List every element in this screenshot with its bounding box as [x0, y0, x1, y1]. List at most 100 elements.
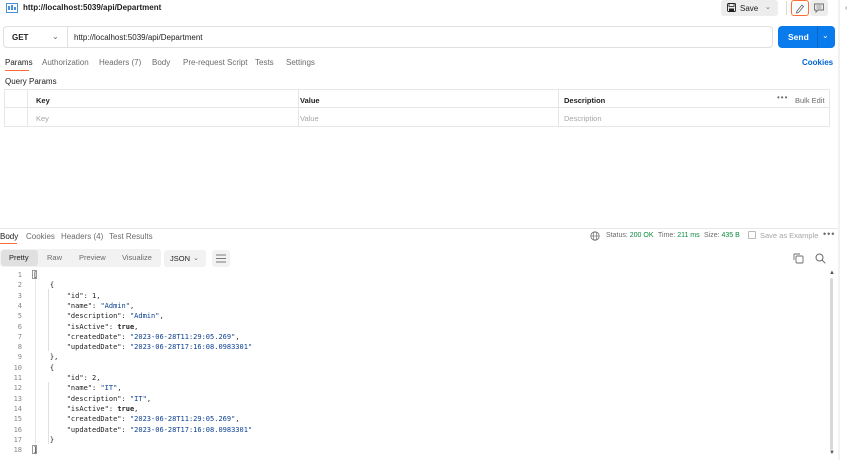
line-number: 4: [17, 301, 22, 310]
url-input[interactable]: [74, 31, 764, 43]
table-header-row: Key Value Description ••• Bulk Edit: [5, 90, 829, 108]
scroll-up-arrow-icon[interactable]: ▲: [829, 270, 835, 276]
line-number: 7: [17, 332, 22, 341]
code-line: 3 "id": 1,: [0, 292, 830, 302]
bulk-edit-button[interactable]: Bulk Edit: [795, 96, 825, 105]
line-number: 12: [13, 384, 22, 393]
more-options-icon[interactable]: •••: [823, 229, 835, 239]
code-text: "id": 1,: [66, 291, 101, 300]
tab-response-body[interactable]: Body: [0, 232, 18, 241]
save-as-example-label: Save as Example: [760, 231, 819, 240]
code-text: "name": "Admin",: [66, 301, 135, 310]
tab-tests[interactable]: Tests: [255, 58, 274, 67]
scroll-down-arrow-icon[interactable]: ▼: [829, 450, 835, 456]
view-visualize-button[interactable]: Visualize: [122, 253, 152, 262]
code-line: 8 "updatedDate": "2023-06-28T17:16:08.09…: [0, 343, 830, 353]
code-text: "description": "Admin",: [66, 312, 164, 321]
http-request-icon: [6, 3, 18, 13]
format-select[interactable]: JSON ⌄: [164, 250, 206, 267]
code-line: 18]: [0, 446, 830, 456]
tab-test-results[interactable]: Test Results: [109, 232, 153, 241]
code-text: "isActive": true,: [66, 322, 139, 331]
copy-icon[interactable]: [793, 253, 804, 264]
edit-button[interactable]: [791, 0, 809, 16]
code-text: "createdDate": "2023-06-28T11:29:05.269"…: [66, 415, 240, 424]
chevron-down-icon: ⌄: [193, 255, 199, 262]
query-params-label: Query Params: [5, 77, 57, 86]
chevron-down-icon[interactable]: ⌄: [822, 31, 829, 40]
tab-authorization[interactable]: Authorization: [42, 58, 89, 67]
save-as-example-button[interactable]: Save as Example: [748, 231, 818, 240]
url-bar: GET ⌄: [3, 26, 773, 48]
code-line: 6 "isActive": true,: [0, 323, 830, 333]
code-line: 7 "createdDate": "2023-06-28T11:29:05.26…: [0, 333, 830, 343]
tab-params[interactable]: Params: [5, 58, 33, 67]
code-line: 4 "name": "Admin",: [0, 302, 830, 312]
save-button[interactable]: Save ⌄: [721, 0, 778, 16]
url-divider: [67, 27, 68, 47]
more-options-icon[interactable]: •••: [777, 93, 788, 102]
tab-body[interactable]: Body: [152, 58, 170, 67]
time-indicator[interactable]: Time: 211 ms: [658, 232, 700, 239]
send-divider: [817, 26, 818, 48]
view-raw-button[interactable]: Raw: [47, 253, 62, 262]
send-label: Send: [788, 32, 809, 42]
code-line: 12 "name": "IT",: [0, 384, 830, 394]
header-description: Description: [564, 96, 606, 105]
key-input[interactable]: Key: [36, 114, 49, 123]
format-label: JSON: [170, 254, 191, 263]
comments-button[interactable]: [810, 0, 828, 16]
wrap-lines-icon: [216, 254, 226, 263]
panel-edge-icon: ‹: [845, 5, 848, 12]
size-indicator[interactable]: Size: 435 B: [704, 232, 740, 239]
code-text: "description": "IT",: [66, 394, 152, 403]
code-line: 9 },: [0, 353, 830, 363]
line-number: 8: [17, 343, 22, 352]
chevron-down-icon[interactable]: ⌄: [52, 32, 59, 41]
wrap-lines-button[interactable]: [212, 250, 230, 267]
view-preview-button[interactable]: Preview: [79, 253, 106, 262]
tab-prerequest-script[interactable]: Pre-request Script: [183, 58, 247, 67]
code-line: 13 "description": "IT",: [0, 395, 830, 405]
globe-icon[interactable]: [590, 231, 600, 241]
line-number: 3: [17, 291, 22, 300]
code-text: }: [33, 435, 55, 444]
value-input[interactable]: Value: [300, 114, 319, 123]
response-body-viewer[interactable]: 1[2 {3 "id": 1, 4 "name": "Admin", 5 "desc…: [0, 269, 830, 457]
view-pretty-button[interactable]: Pretty: [1, 250, 38, 266]
description-input[interactable]: Description: [564, 114, 602, 123]
save-icon: [748, 231, 756, 239]
status-indicator[interactable]: Status: 200 OK: [606, 232, 654, 239]
code-text: {: [33, 363, 55, 372]
send-button[interactable]: Send ⌄: [778, 26, 835, 48]
time-value: 211 ms: [677, 232, 700, 239]
line-number: 1: [17, 271, 22, 279]
code-text: {: [33, 281, 55, 290]
search-icon[interactable]: [815, 253, 826, 264]
code-line: 5 "description": "Admin",: [0, 312, 830, 322]
line-number: 10: [13, 363, 22, 372]
line-number: 11: [13, 374, 22, 382]
table-row: Key Value Description: [5, 108, 829, 126]
active-tab-indicator: [0, 243, 17, 244]
size-value: 435 B: [721, 232, 740, 239]
code-line: 1[: [0, 271, 830, 281]
cookies-link[interactable]: Cookies: [802, 58, 833, 67]
tab-settings[interactable]: Settings: [286, 58, 315, 67]
line-number: 6: [17, 322, 22, 331]
line-number: 18: [13, 446, 22, 455]
code-text: [: [33, 271, 38, 279]
http-method-select[interactable]: GET: [12, 33, 28, 42]
panel-edge: [838, 0, 840, 460]
tab-response-headers[interactable]: Headers (4): [61, 232, 103, 241]
code-line: 17 }: [0, 436, 830, 446]
tab-response-cookies[interactable]: Cookies: [26, 232, 55, 241]
line-number: 5: [17, 312, 22, 321]
tab-headers[interactable]: Headers (7): [99, 58, 141, 67]
scrollbar-thumb[interactable]: [830, 278, 833, 450]
comment-icon: [814, 3, 824, 14]
chevron-down-icon[interactable]: ⌄: [765, 3, 771, 11]
code-line: 15 "createdDate": "2023-06-28T11:29:05.2…: [0, 415, 830, 425]
title-bar: http://localhost:5039/api/Department Sav…: [0, 0, 850, 16]
toolbar-divider: [786, 1, 787, 15]
